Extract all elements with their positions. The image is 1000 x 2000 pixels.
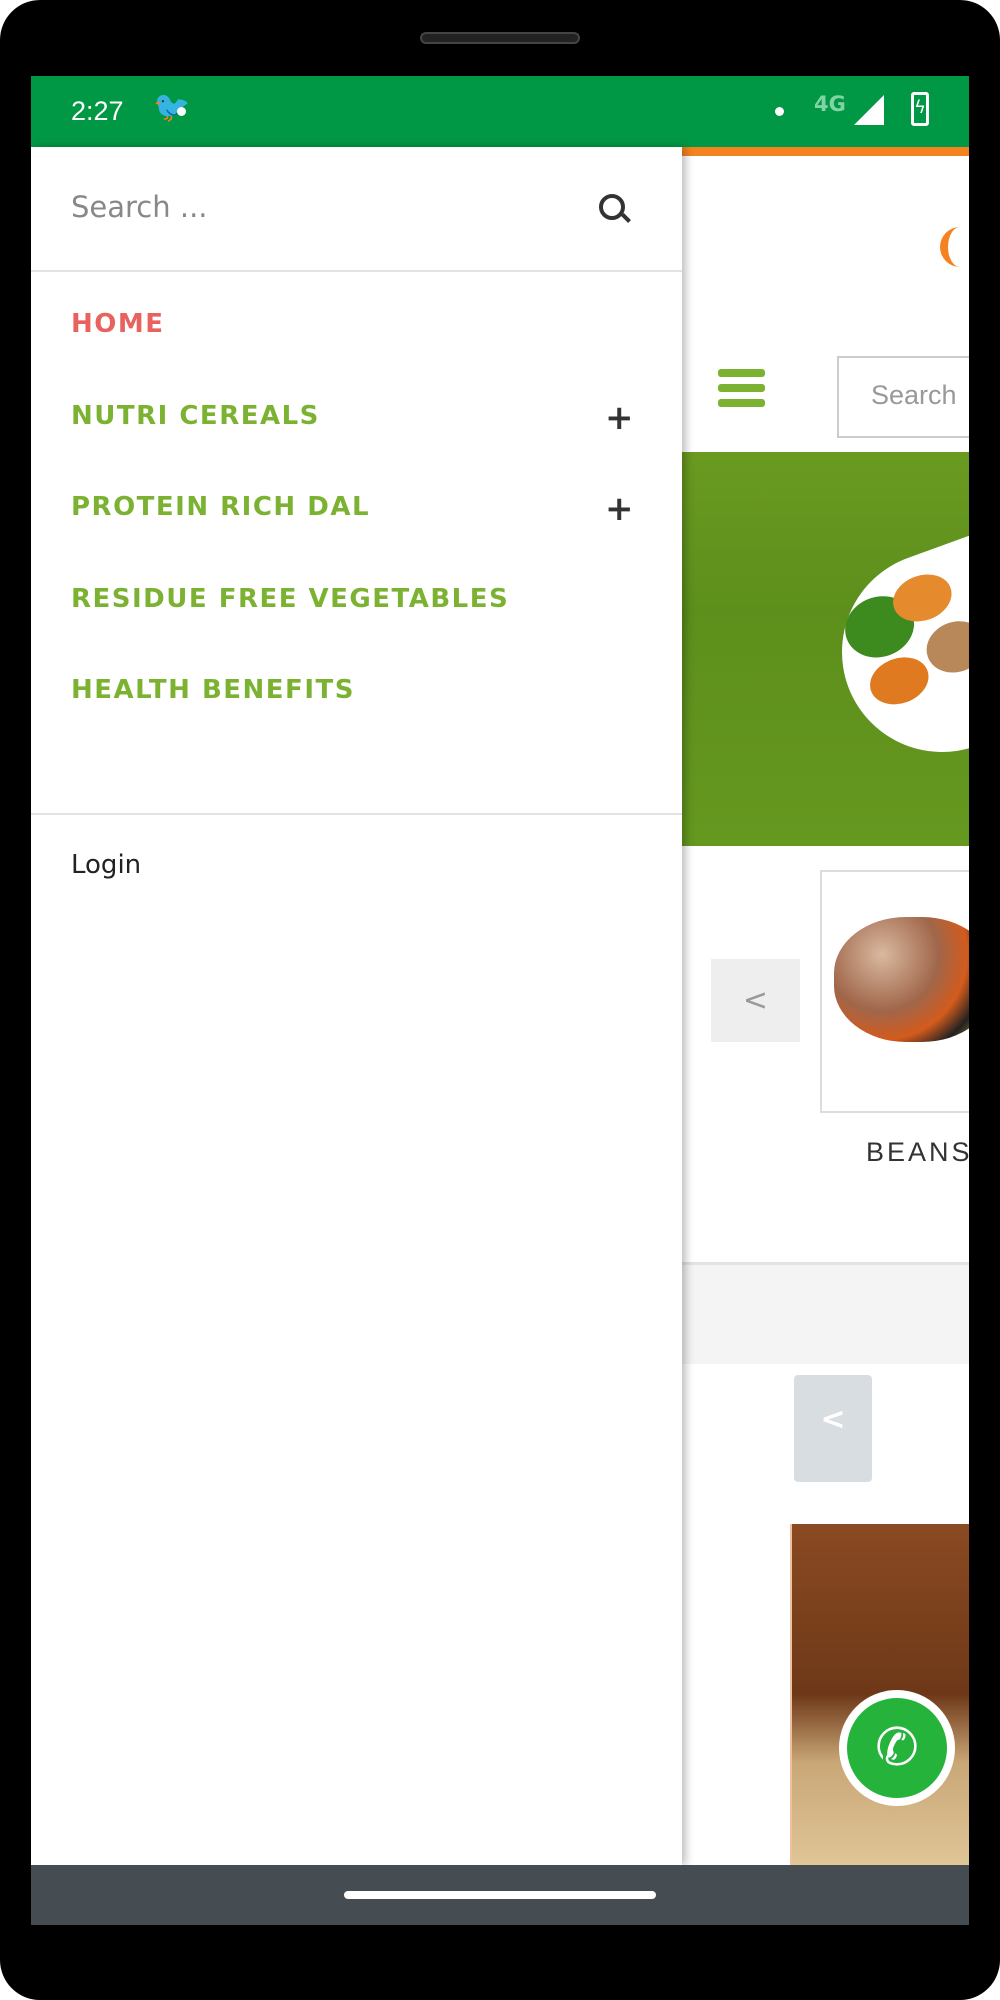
menu-item-residue-free-vegetables[interactable]: RESIDUE FREE VEGETABLES xyxy=(31,547,682,639)
whatsapp-button[interactable]: ✆ xyxy=(839,1690,955,1806)
home-gesture-handle[interactable] xyxy=(344,1891,656,1899)
status-time: 2:27 xyxy=(71,96,124,126)
drawer-menu: HOME NUTRI CEREALS + PROTEIN RICH DAL + RE… xyxy=(31,272,682,730)
expand-plus-icon[interactable]: + xyxy=(605,489,635,529)
accent-bar xyxy=(682,147,969,156)
navigation-drawer: HOME NUTRI CEREALS + PROTEIN RICH DAL + RE… xyxy=(31,147,682,1865)
drawer-search xyxy=(31,147,682,272)
search-icon[interactable] xyxy=(599,194,625,220)
drawer-search-input[interactable] xyxy=(71,182,571,232)
signal-icon xyxy=(854,95,884,125)
menu-item-label: HEALTH BENEFITS xyxy=(71,675,355,705)
battery-charging-icon: ϟ xyxy=(911,92,929,126)
page-search-input[interactable]: Search xyxy=(837,356,969,438)
menu-item-label: HOME xyxy=(71,309,165,339)
menu-item-nutri-cereals[interactable]: NUTRI CEREALS + xyxy=(31,364,682,456)
product-card[interactable] xyxy=(820,870,969,1113)
food-bowl-image xyxy=(813,523,969,781)
hero-banner xyxy=(682,452,969,846)
logo[interactable] xyxy=(940,227,969,267)
menu-item-home[interactable]: HOME xyxy=(31,272,682,364)
page-content: Search < BEANS < G ✆ xyxy=(682,147,969,1865)
product-label[interactable]: BEANS xyxy=(866,1137,969,1168)
status-bar: 2:27 🐦 4G ϟ xyxy=(31,76,969,147)
divider xyxy=(31,813,682,815)
carousel-prev-button[interactable]: < xyxy=(711,959,800,1042)
login-link[interactable]: Login xyxy=(71,850,141,880)
menu-item-label: PROTEIN RICH DAL xyxy=(71,492,371,522)
network-type: 4G xyxy=(814,92,846,116)
menu-item-health-benefits[interactable]: HEALTH BENEFITS xyxy=(31,638,682,730)
beans-image xyxy=(834,917,969,1042)
section-divider xyxy=(682,1262,969,1364)
carousel-prev-button-2[interactable]: < xyxy=(794,1375,872,1482)
expand-plus-icon[interactable]: + xyxy=(605,398,635,438)
speaker-grille xyxy=(420,32,580,44)
notification-dot-icon xyxy=(775,107,784,116)
phone-frame: 2:27 🐦 4G ϟ Search < BEANS < G ✆ xyxy=(0,0,1000,2000)
screen: 2:27 🐦 4G ϟ Search < BEANS < G ✆ xyxy=(31,76,969,1925)
system-nav-bar xyxy=(31,1865,969,1925)
menu-item-label: NUTRI CEREALS xyxy=(71,400,320,431)
menu-item-label: RESIDUE FREE VEGETABLES xyxy=(71,583,510,614)
whatsapp-icon: ✆ xyxy=(847,1698,947,1798)
notification-dot-icon xyxy=(177,107,186,116)
hamburger-menu-icon[interactable] xyxy=(718,369,765,414)
menu-item-protein-rich-dal[interactable]: PROTEIN RICH DAL + xyxy=(31,455,682,547)
